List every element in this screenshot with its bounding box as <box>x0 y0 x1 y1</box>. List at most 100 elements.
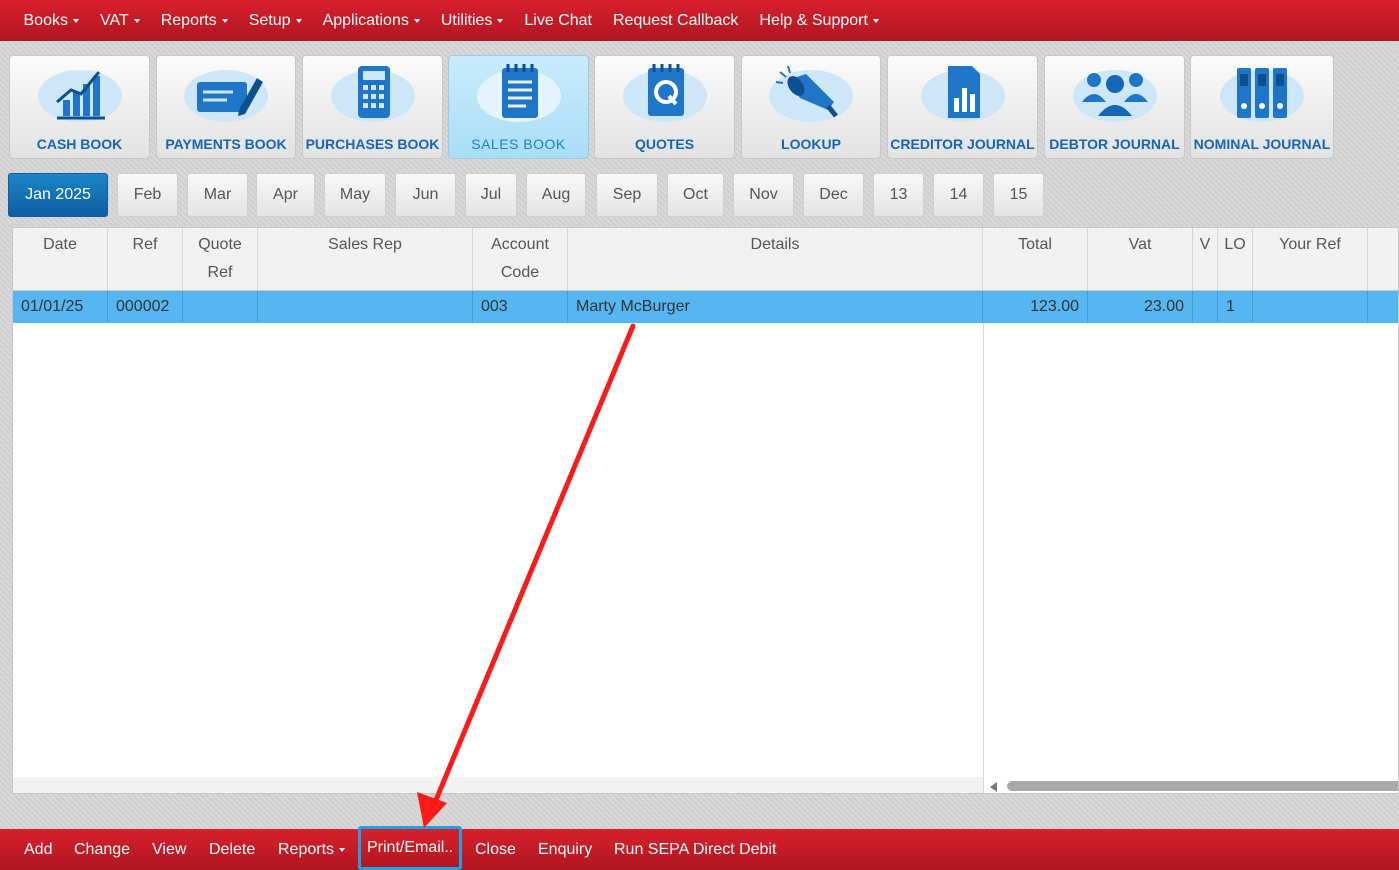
tab-month-mar[interactable]: Mar <box>187 173 248 217</box>
column-header-vat[interactable]: Vat <box>1088 228 1193 291</box>
bar-chart-icon <box>37 70 122 122</box>
tab-month-aug[interactable]: Aug <box>526 173 586 217</box>
menu-utilities[interactable]: Utilities <box>430 0 514 41</box>
menu-label: Applications <box>322 11 409 29</box>
enquiry-button[interactable]: Enquiry <box>538 829 592 870</box>
change-button[interactable]: Change <box>74 829 130 870</box>
tab-month-dec[interactable]: Dec <box>803 173 864 217</box>
tab-month-sep[interactable]: Sep <box>596 173 658 217</box>
report-chart-icon <box>920 66 1005 122</box>
column-header-ref[interactable]: Ref <box>108 228 183 291</box>
column-header-date[interactable]: Date <box>13 228 108 291</box>
header-text: Total <box>1018 236 1052 253</box>
column-header-account-code[interactable]: Account Code <box>473 228 568 291</box>
cell-lo: 1 <box>1218 291 1253 323</box>
close-button[interactable]: Close <box>475 829 516 870</box>
menu-reports[interactable]: Reports <box>150 0 238 41</box>
scroll-left-arrow-icon[interactable] <box>990 782 997 792</box>
column-header-quote-ref[interactable]: Quote Ref <box>183 228 258 291</box>
header-text: Sales Rep <box>328 236 402 253</box>
column-header-sales-rep[interactable]: Sales Rep <box>258 228 473 291</box>
cell-date: 01/01/25 <box>13 291 108 323</box>
column-header-v[interactable]: V <box>1193 228 1218 291</box>
caret-down-icon <box>497 18 504 23</box>
cheque-pen-icon <box>184 70 268 122</box>
tab-month-nov[interactable]: Nov <box>733 173 794 217</box>
toolbar-lookup-button[interactable]: LOOKUP <box>741 55 881 159</box>
menu-request-callback[interactable]: Request Callback <box>603 0 749 41</box>
header-text: Quote <box>198 236 242 253</box>
menu-books[interactable]: Books <box>13 0 89 41</box>
frozen-column-divider <box>983 323 984 793</box>
toolbar-label: NOMINAL JOURNAL <box>1193 136 1331 152</box>
tab-period-13[interactable]: 13 <box>873 173 924 217</box>
column-header-details[interactable]: Details <box>568 228 983 291</box>
reports-dropdown-button[interactable]: Reports <box>278 829 346 870</box>
caret-down-icon <box>221 18 228 23</box>
tab-month-may[interactable]: May <box>324 173 386 217</box>
print-email-button[interactable]: Print/Email.. <box>358 826 463 870</box>
caret-down-icon <box>133 18 140 23</box>
binders-icon <box>1220 68 1304 122</box>
tab-month-apr[interactable]: Apr <box>256 173 315 217</box>
menu-label: Setup <box>248 11 291 29</box>
caret-down-icon <box>339 847 346 852</box>
cell-details: Marty McBurger <box>568 291 983 323</box>
toolbar-label: SALES BOOK <box>471 136 566 152</box>
grid-scroll-spacer <box>13 777 983 793</box>
annotation-arrow-head <box>417 792 447 828</box>
quote-notepad-icon <box>622 64 707 122</box>
column-header-extra[interactable]: C <box>1368 228 1398 291</box>
caret-down-icon <box>872 18 879 23</box>
menu-setup[interactable]: Setup <box>238 0 312 41</box>
delete-button[interactable]: Delete <box>209 829 255 870</box>
header-text: Ref <box>132 236 158 253</box>
cell-total: 123.00 <box>983 291 1088 323</box>
toolbar-debtor-journal-button[interactable]: DEBTOR JOURNAL <box>1044 55 1185 159</box>
toolbar-label: LOOKUP <box>781 136 841 152</box>
add-button[interactable]: Add <box>24 829 52 870</box>
toolbar-label: CREDITOR JOURNAL <box>890 136 1035 152</box>
toolbar-cash-book-button[interactable]: CASH BOOK <box>9 55 150 159</box>
menu-help-support[interactable]: Help & Support <box>749 0 890 41</box>
tab-month-feb[interactable]: Feb <box>117 173 178 217</box>
tab-month-jun[interactable]: Jun <box>395 173 456 217</box>
toolbar-label: PURCHASES BOOK <box>305 136 440 152</box>
column-header-lo[interactable]: LO <box>1218 228 1253 291</box>
toolbar-sales-book-button[interactable]: SALES BOOK <box>448 55 589 159</box>
header-text: Details <box>750 236 800 253</box>
toolbar-label: DEBTOR JOURNAL <box>1049 136 1180 152</box>
tab-period-14[interactable]: 14 <box>933 173 984 217</box>
tab-month-oct[interactable]: Oct <box>667 173 724 217</box>
bottom-action-bar: Add Change View Delete Reports Print/Ema… <box>0 826 1399 870</box>
menu-vat[interactable]: VAT <box>89 0 150 41</box>
horizontal-scrollbar-thumb[interactable] <box>1007 781 1398 791</box>
header-text: Your Ref <box>1279 236 1341 253</box>
header-text: LO <box>1224 236 1246 253</box>
menu-live-chat[interactable]: Live Chat <box>514 0 603 41</box>
table-row[interactable]: 01/01/25 000002 003 Marty McBurger 123.0… <box>13 291 1398 323</box>
toolbar-quotes-button[interactable]: QUOTES <box>594 55 735 159</box>
toolbar-payments-book-button[interactable]: PAYMENTS BOOK <box>156 55 296 159</box>
grid-header: Date Ref Quote Ref Sales Rep Account Code … <box>13 228 1398 291</box>
menu-applications[interactable]: Applications <box>312 0 430 41</box>
toolbar-nominal-journal-button[interactable]: NOMINAL JOURNAL <box>1190 55 1334 159</box>
caret-down-icon <box>295 18 302 23</box>
tab-month-jul[interactable]: Jul <box>465 173 517 217</box>
toolbar-creditor-journal-button[interactable]: CREDITOR JOURNAL <box>887 55 1038 159</box>
flashlight-icon <box>769 65 853 122</box>
view-button[interactable]: View <box>152 829 186 870</box>
cell-your-ref <box>1253 291 1368 323</box>
header-text: Code <box>500 264 540 281</box>
run-sepa-direct-debit-button[interactable]: Run SEPA Direct Debit <box>614 829 776 870</box>
menu-label: Help & Support <box>759 11 868 29</box>
column-header-total[interactable]: Total <box>983 228 1088 291</box>
tab-period-15[interactable]: 15 <box>993 173 1044 217</box>
column-header-your-ref[interactable]: Your Ref <box>1253 228 1368 291</box>
menu-label: Request Callback <box>613 11 739 29</box>
tab-month-jan-2025[interactable]: Jan 2025 <box>8 173 108 217</box>
notepad-icon <box>476 64 561 122</box>
people-group-icon <box>1072 70 1157 122</box>
toolbar-purchases-book-button[interactable]: PURCHASES BOOK <box>302 55 443 159</box>
toolbar-label: QUOTES <box>634 136 695 152</box>
